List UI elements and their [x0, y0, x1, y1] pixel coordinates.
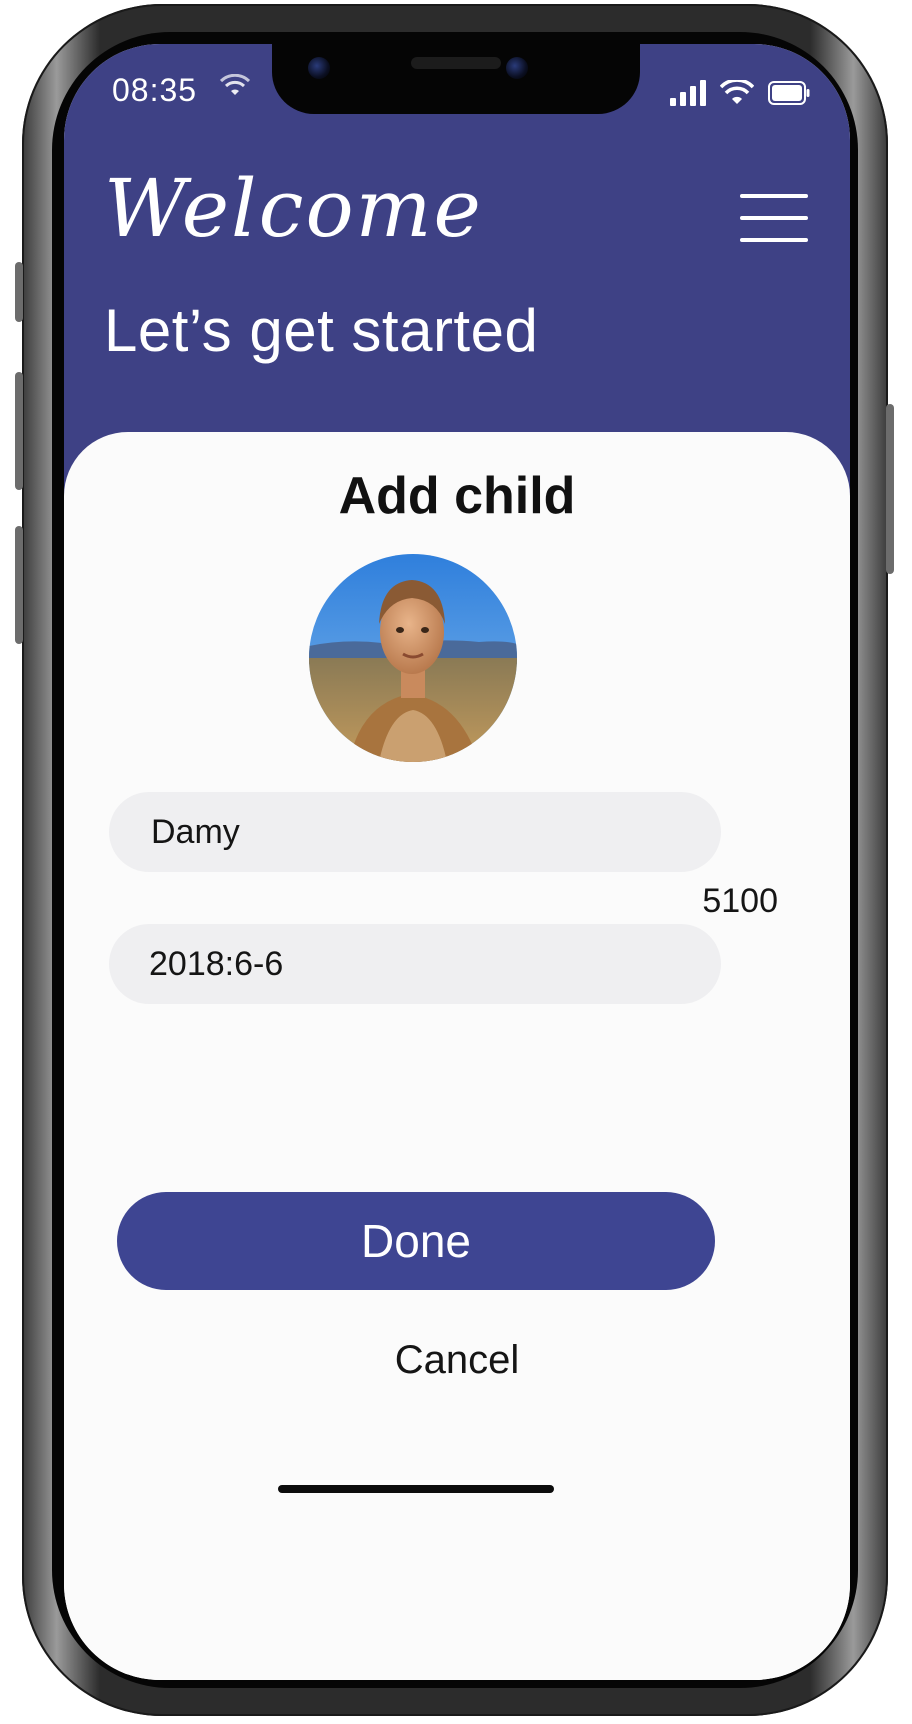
wifi-small-icon — [220, 74, 250, 95]
battery-icon — [768, 81, 810, 105]
phone-screen: 08:35 Welcome Let’s get started Add chil… — [64, 44, 850, 1680]
page-headline: Let’s get started — [104, 297, 539, 364]
side-button-power — [886, 404, 894, 574]
front-camera-left — [308, 57, 330, 79]
child-avatar[interactable] — [309, 554, 517, 762]
birthdate-input[interactable]: 2018:6-6 — [109, 924, 721, 1004]
side-button-volume-down — [15, 526, 23, 644]
menu-bar-top — [740, 194, 808, 198]
wifi-icon — [720, 80, 754, 104]
side-number-text: 5100 — [702, 882, 778, 920]
avatar-photo — [309, 554, 517, 762]
home-indicator[interactable] — [278, 1485, 554, 1493]
done-button[interactable]: Done — [117, 1192, 715, 1290]
cancel-button[interactable]: Cancel — [64, 1338, 850, 1383]
card-title: Add child — [338, 467, 576, 525]
status-time: 08:35 — [112, 72, 198, 108]
menu-bar-bottom — [740, 238, 808, 242]
child-name-input[interactable]: Damy — [109, 792, 721, 872]
side-button-volume-up — [15, 372, 23, 490]
side-button-mute — [15, 262, 23, 322]
signal-icon — [670, 80, 706, 106]
front-camera-right — [506, 57, 528, 79]
welcome-script-title: Welcome — [104, 162, 483, 255]
status-right-icons — [670, 80, 810, 106]
earpiece-speaker — [411, 57, 501, 69]
hamburger-menu-icon[interactable] — [740, 192, 808, 248]
menu-bar-middle — [740, 216, 808, 220]
camera-notch — [272, 44, 640, 114]
